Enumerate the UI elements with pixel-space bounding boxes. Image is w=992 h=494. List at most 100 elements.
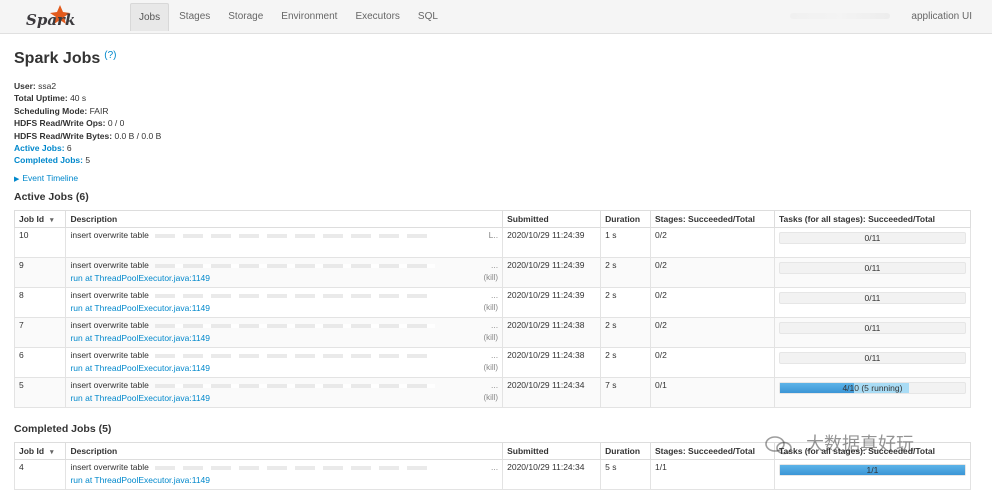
- spark-logo[interactable]: Spark: [22, 3, 78, 31]
- tab-executors[interactable]: Executors: [347, 3, 407, 31]
- column-header[interactable]: Description: [65, 442, 504, 460]
- column-header[interactable]: Job Id ▾: [13, 442, 67, 460]
- completed-jobs-table: Job Id ▾ Description Submitted Duration Stage…: [13, 442, 972, 490]
- table-row: 7 insert overwrite table... run at ThreadP…: [13, 317, 972, 348]
- table-header-row: Job Id ▾ Description Submitted Duration Stage…: [13, 210, 972, 228]
- application-label: application UI: [911, 11, 972, 22]
- column-header[interactable]: Description: [65, 210, 504, 228]
- task-progress-bar: 0/11: [778, 232, 966, 244]
- description-ellipsis: ...: [491, 320, 499, 330]
- job-call-site-link[interactable]: run at ThreadPoolExecutor.java:1149: [70, 363, 210, 373]
- job-call-site-link[interactable]: run at ThreadPoolExecutor.java:1149: [70, 273, 210, 283]
- column-header[interactable]: Tasks (for all stages): Succeeded/Total: [773, 210, 972, 228]
- job-id-cell: 9: [13, 257, 67, 288]
- description-sub: run at ThreadPoolExecutor.java:1149 (kill…: [70, 303, 498, 313]
- task-progress-bar: 0/11: [778, 352, 966, 364]
- tab-stages[interactable]: Stages: [171, 3, 218, 31]
- kill-link[interactable]: (kill): [483, 303, 498, 313]
- description-cell: insert overwrite table... run at ThreadPo…: [65, 347, 504, 378]
- duration-cell: 2 s: [600, 347, 651, 378]
- table-header-row: Job Id ▾ Description Submitted Duration Stage…: [13, 442, 972, 460]
- progress-text: 0/11: [864, 233, 881, 243]
- description-ellipsis: ...: [491, 260, 499, 270]
- column-header[interactable]: Duration: [600, 210, 651, 228]
- description-text[interactable]: insert overwrite table L..: [70, 230, 498, 240]
- completed-jobs-link[interactable]: Completed Jobs:: [14, 155, 83, 165]
- progress-text: 0/11: [864, 353, 881, 363]
- kill-link[interactable]: (kill): [483, 273, 498, 283]
- description-label: insert overwrite table: [70, 260, 149, 270]
- redacted-query: [154, 353, 435, 358]
- submitted-cell: 2020/10/29 11:24:39: [502, 287, 602, 318]
- kill-link[interactable]: (kill): [483, 333, 498, 343]
- description-cell: insert overwrite table... run at ThreadPo…: [65, 317, 504, 348]
- summary-mode: Scheduling Mode: FAIR: [14, 105, 161, 117]
- active-jobs-link[interactable]: Active Jobs:: [14, 143, 65, 153]
- submitted-cell: 2020/10/29 11:24:39: [502, 227, 602, 258]
- column-header[interactable]: Stages: Succeeded/Total: [649, 210, 775, 228]
- column-header[interactable]: Duration: [600, 442, 651, 460]
- expand-triangle-icon: ▶: [14, 176, 20, 183]
- description-text[interactable]: insert overwrite table...: [70, 320, 498, 330]
- column-header[interactable]: Job Id ▾: [13, 210, 67, 228]
- task-progress-bar: 1/1: [778, 464, 966, 476]
- description-sub: run at ThreadPoolExecutor.java:1149 (kill…: [70, 333, 498, 343]
- summary-ops-value: 0 / 0: [107, 118, 125, 129]
- summary-uptime-value: 40 s: [70, 93, 87, 104]
- tab-jobs[interactable]: Jobs: [130, 3, 170, 31]
- job-id-cell: 5: [13, 377, 67, 408]
- description-sub: run at ThreadPoolExecutor.java:1149: [70, 475, 498, 485]
- job-id-cell: 4: [13, 459, 67, 490]
- summary-ops: HDFS Read/Write Ops: 0 / 0: [14, 117, 161, 129]
- tab-sql[interactable]: SQL: [410, 3, 446, 31]
- tasks-cell: 0/11: [773, 317, 972, 348]
- description-label: insert overwrite table: [70, 380, 149, 390]
- table-row: 9 insert overwrite table... run at ThreadP…: [13, 257, 972, 288]
- table-row: 5 insert overwrite table... run at ThreadP…: [13, 377, 972, 408]
- stages-cell: 1/1: [649, 459, 775, 490]
- page-title: Spark Jobs (?): [14, 50, 117, 68]
- description-text[interactable]: insert overwrite table...: [70, 462, 498, 472]
- redacted-query: [154, 323, 435, 328]
- description-text[interactable]: insert overwrite table...: [70, 350, 498, 360]
- description-text[interactable]: insert overwrite table...: [70, 260, 498, 270]
- column-header[interactable]: Stages: Succeeded/Total: [649, 442, 775, 460]
- description-sub: run at ThreadPoolExecutor.java:1149 (kill…: [70, 273, 498, 283]
- summary-mode-value: FAIR: [89, 105, 109, 116]
- help-link[interactable]: (?): [104, 50, 116, 61]
- job-call-site-link[interactable]: run at ThreadPoolExecutor.java:1149: [70, 303, 210, 313]
- description-cell: insert overwrite table L..: [65, 227, 504, 258]
- submitted-cell: 2020/10/29 11:24:38: [502, 317, 602, 348]
- description-label: insert overwrite table: [70, 320, 149, 330]
- progress-text: 0/11: [864, 263, 881, 273]
- event-timeline-toggle[interactable]: ▶ Event Timeline: [14, 173, 78, 183]
- tasks-cell: 4/10 (5 running): [773, 377, 972, 408]
- tab-storage[interactable]: Storage: [220, 3, 271, 31]
- description-label: insert overwrite table: [70, 230, 149, 240]
- job-call-site-link[interactable]: run at ThreadPoolExecutor.java:1149: [70, 475, 210, 485]
- kill-link[interactable]: (kill): [483, 393, 498, 403]
- task-progress-bar: 0/11: [778, 322, 966, 334]
- job-id-cell: 8: [13, 287, 67, 318]
- stages-cell: 0/2: [649, 287, 775, 318]
- summary-uptime: Total Uptime: 40 s: [14, 92, 161, 104]
- job-call-site-link[interactable]: run at ThreadPoolExecutor.java:1149: [70, 333, 210, 343]
- duration-cell: 5 s: [600, 459, 651, 490]
- stages-cell: 0/2: [649, 347, 775, 378]
- column-header[interactable]: Tasks (for all stages): Succeeded/Total: [773, 442, 972, 460]
- progress-text: 4/10 (5 running): [842, 383, 903, 393]
- description-text[interactable]: insert overwrite table...: [70, 290, 498, 300]
- description-label: insert overwrite table: [70, 350, 149, 360]
- description-ellipsis: ...: [491, 350, 499, 360]
- duration-cell: 2 s: [600, 257, 651, 288]
- column-header[interactable]: Submitted: [502, 442, 602, 460]
- description-sub: run at ThreadPoolExecutor.java:1149 (kill…: [70, 393, 498, 403]
- description-text[interactable]: insert overwrite table...: [70, 380, 498, 390]
- spark-logo-icon: Spark: [26, 5, 75, 29]
- tab-environment[interactable]: Environment: [273, 3, 345, 31]
- summary-active: Active Jobs: 6: [14, 142, 161, 154]
- stages-cell: 0/1: [649, 377, 775, 408]
- column-header[interactable]: Submitted: [502, 210, 602, 228]
- kill-link[interactable]: (kill): [483, 363, 498, 373]
- job-call-site-link[interactable]: run at ThreadPoolExecutor.java:1149: [70, 393, 210, 403]
